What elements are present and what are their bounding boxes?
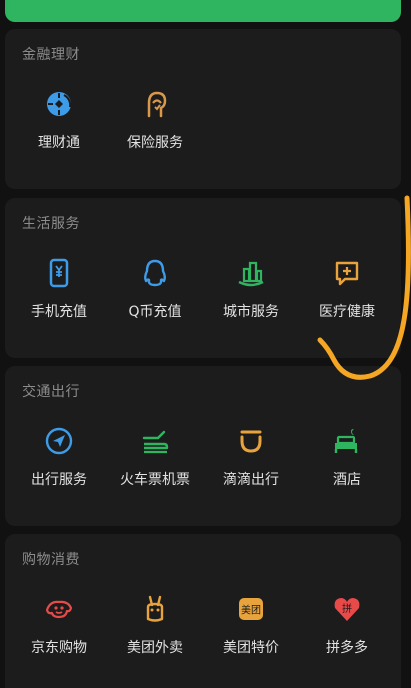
item-didi[interactable]: 滴滴出行 <box>203 426 299 506</box>
meituan-kangaroo-icon <box>146 595 164 622</box>
section-finance: 金融理财 理财通 保险服务 <box>5 29 401 189</box>
jd-dog-icon <box>45 600 73 619</box>
section-transport: 交通出行 出行服务 火车票机票 滴滴出行 酒店 <box>5 366 401 526</box>
meituan-badge-icon: 美团 <box>239 598 263 620</box>
item-hotel[interactable]: 酒店 <box>299 426 395 506</box>
item-grid: 京东购物 美团外卖 美团 美团特价 拼 拼多多 <box>5 594 401 674</box>
section-title: 生活服务 <box>22 216 80 232</box>
section-life-services: 生活服务 手机充值 Q币充值 城市服务 医疗健康 <box>5 198 401 358</box>
item-label: 美团特价 <box>223 640 279 656</box>
item-label: 出行服务 <box>31 472 87 488</box>
item-insurance[interactable]: 保险服务 <box>107 89 203 169</box>
insurance-icon <box>147 91 167 118</box>
item-q-coin-topup[interactable]: Q币充值 <box>107 258 203 338</box>
item-label: Q币充值 <box>128 304 182 320</box>
city-buildings-icon <box>238 261 264 287</box>
item-mobile-topup[interactable]: 手机充值 <box>11 258 107 338</box>
pinduoduo-icon: 拼 <box>334 598 360 621</box>
item-jd-shopping[interactable]: 京东购物 <box>11 594 107 674</box>
item-meituan-delivery[interactable]: 美团外卖 <box>107 594 203 674</box>
section-title: 交通出行 <box>22 384 80 400</box>
item-label: 酒店 <box>333 472 361 488</box>
item-medical-health[interactable]: 医疗健康 <box>299 258 395 338</box>
train-plane-icon <box>142 430 169 454</box>
hotel-bed-icon <box>334 429 358 453</box>
section-shopping: 购物消费 京东购物 美团外卖 美团 美团特价 拼 拼多多 <box>5 534 401 688</box>
meituan-badge-text: 美团 <box>241 604 261 617</box>
item-wealth-management[interactable]: 理财通 <box>11 89 107 169</box>
item-label: 滴滴出行 <box>223 472 279 488</box>
item-travel-services[interactable]: 出行服务 <box>11 426 107 506</box>
item-grid: 出行服务 火车票机票 滴滴出行 酒店 <box>5 426 401 506</box>
item-train-flight-tickets[interactable]: 火车票机票 <box>107 426 203 506</box>
navigation-arrow-icon <box>45 427 73 455</box>
green-top-bar[interactable] <box>5 0 401 22</box>
item-grid: 手机充值 Q币充值 城市服务 医疗健康 <box>5 258 401 338</box>
services-page: 金融理财 理财通 保险服务 生活服务 手机充值 Q币充值 城市服务 医疗健康 交… <box>0 0 411 688</box>
item-label: 拼多多 <box>326 640 368 656</box>
item-city-services[interactable]: 城市服务 <box>203 258 299 338</box>
item-label: 美团外卖 <box>127 640 183 656</box>
section-title: 购物消费 <box>22 552 80 568</box>
qq-penguin-icon <box>144 259 166 287</box>
mobile-phone-icon <box>49 258 69 288</box>
item-label: 医疗健康 <box>319 304 375 320</box>
item-label: 火车票机票 <box>120 472 190 488</box>
item-label: 理财通 <box>38 135 80 151</box>
item-pinduoduo[interactable]: 拼 拼多多 <box>299 594 395 674</box>
item-label: 保险服务 <box>127 135 183 151</box>
section-title: 金融理财 <box>22 47 80 63</box>
item-grid: 理财通 保险服务 <box>5 89 401 169</box>
item-label: 京东购物 <box>31 640 87 656</box>
item-meituan-special[interactable]: 美团 美团特价 <box>203 594 299 674</box>
item-label: 手机充值 <box>31 304 87 320</box>
pinduoduo-badge-text: 拼 <box>342 602 352 615</box>
didi-icon <box>240 430 262 453</box>
item-label: 城市服务 <box>223 304 279 320</box>
medical-chat-icon <box>335 261 359 286</box>
wealth-management-icon <box>47 92 72 116</box>
